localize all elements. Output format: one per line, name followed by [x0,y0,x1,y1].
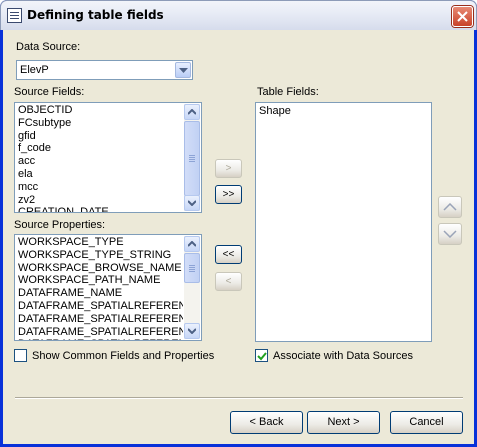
list-item[interactable]: WORKSPACE_PATH_NAME [18,274,183,287]
arrow-down-icon [188,200,196,206]
data-source-value: ElevP [20,64,49,76]
list-item[interactable]: DATAFRAME_SPATIALREFERENCE [18,300,183,313]
source-properties-list[interactable]: WORKSPACE_TYPE WORKSPACE_TYPE_STRING WORKS… [14,234,202,341]
source-properties-scrollbar[interactable] [184,236,200,339]
arrow-down-icon [188,328,196,334]
scroll-up-button[interactable] [184,236,200,252]
source-fields-scrollbar[interactable] [184,104,200,211]
source-fields-list[interactable]: OBJECTID FCsubtype gfid f_code acc ela mcc zv2 C… [14,102,202,213]
move-down-button[interactable] [438,223,462,245]
footer-divider [15,397,463,399]
arrow-up-icon [188,241,196,247]
table-fields-label: Table Fields: [257,86,319,98]
dialog-body: Data Source: ElevP Source Fields: OBJECT… [3,30,474,444]
table-fields-list[interactable]: Shape [255,102,432,342]
title-bar[interactable]: Defining table fields [0,0,477,30]
list-item[interactable]: FCsubtype [18,117,183,130]
list-item[interactable]: WORKSPACE_TYPE [18,236,183,249]
arrow-up-icon [188,109,196,115]
list-item[interactable]: DATAFRAME_SPATIALREFERENCE [18,313,183,326]
dropdown-button[interactable] [175,62,191,78]
arrow-up-icon [443,202,457,211]
scroll-down-button[interactable] [184,195,200,211]
data-source-select[interactable]: ElevP [16,60,193,80]
list-item[interactable]: DATAFRAME_SPATIALREFERENCE [18,326,183,339]
list-item[interactable]: zv2 [18,194,183,207]
close-icon [457,11,468,22]
list-item[interactable]: acc [18,155,183,168]
add-all-properties-button[interactable]: << [215,245,242,264]
list-item[interactable]: Shape [259,105,413,118]
list-item[interactable]: gfid [18,130,183,143]
checkmark-icon [257,352,267,361]
show-common-label: Show Common Fields and Properties [32,350,215,362]
dialog-title: Defining table fields [27,8,164,22]
back-button[interactable]: < Back [230,411,303,434]
add-all-fields-button[interactable]: >> [215,185,242,204]
list-item[interactable]: OBJECTID [18,104,183,117]
list-item[interactable]: WORKSPACE_TYPE_STRING [18,249,183,262]
show-common-checkbox[interactable] [14,349,27,362]
list-item[interactable]: DATAFRAME_NAME [18,287,183,300]
associate-label: Associate with Data Sources [273,350,414,362]
source-properties-label: Source Properties: [14,219,106,231]
dialog-window: Defining table fields Data Source: ElevP… [0,0,477,447]
close-button[interactable] [452,6,473,27]
scroll-thumb[interactable] [184,121,200,196]
scroll-down-button[interactable] [184,323,200,339]
chevron-down-icon [179,68,188,73]
list-item[interactable]: f_code [18,142,183,155]
arrow-down-icon [443,230,457,239]
associate-checkbox[interactable] [255,349,268,362]
cancel-button[interactable]: Cancel [390,411,463,434]
list-item[interactable]: WORKSPACE_BROWSE_NAME [18,262,183,275]
table-icon [7,8,22,23]
data-source-label: Data Source: [16,41,81,53]
list-item[interactable]: ela [18,168,183,181]
list-item[interactable]: CREATION_DATE [18,206,183,212]
list-item[interactable]: DATAFRAME_SPATIALREFERENCE [18,338,183,340]
add-property-button[interactable]: < [215,272,242,291]
list-item[interactable]: mcc [18,181,183,194]
move-up-button[interactable] [438,196,462,218]
next-button[interactable]: Next > [307,411,380,434]
source-fields-label: Source Fields: [14,86,85,98]
scroll-up-button[interactable] [184,104,200,120]
scroll-thumb[interactable] [184,253,200,283]
add-field-button[interactable]: > [215,159,242,178]
